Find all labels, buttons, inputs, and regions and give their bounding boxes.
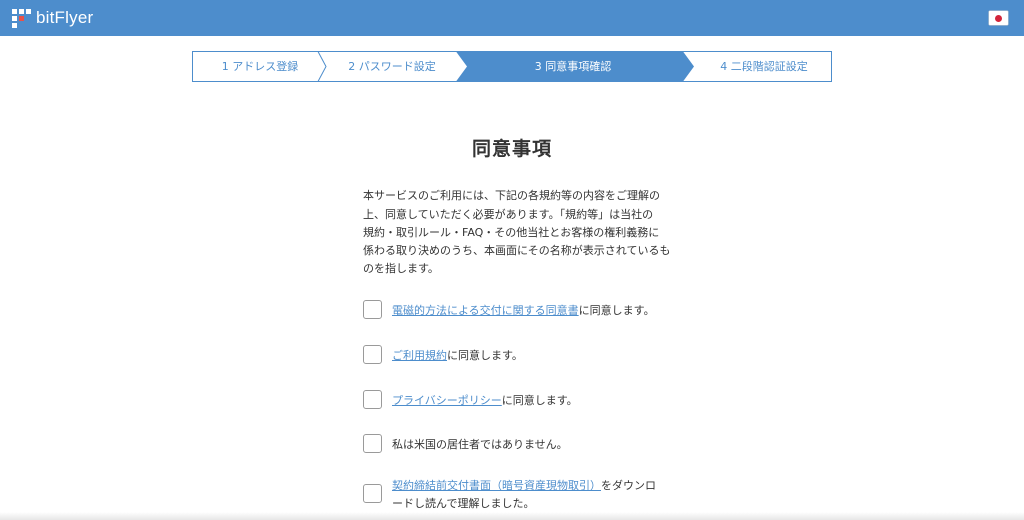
bitflyer-logo-icon <box>12 8 31 28</box>
intro-text-line: 規約・取引ルール・FAQ・その他当社とお客様の権利義務に <box>363 226 660 239</box>
agreement-checkbox[interactable] <box>363 484 382 503</box>
brand-name: bitFlyer <box>36 8 94 27</box>
electronic-delivery-link[interactable]: 電磁的方法による交付に関する同意書 <box>392 304 579 317</box>
privacy-policy-link[interactable]: プライバシーポリシー <box>392 394 502 407</box>
agreement-suffix: に同意します。 <box>447 349 523 362</box>
bottom-fade <box>0 512 1024 520</box>
intro-text-line: のを指します。 <box>363 262 439 275</box>
intro-text-line: 係わる取り決めのうち、本画面にその名称が表示されているも <box>363 244 671 257</box>
step-agreement: 3 同意事項確認 <box>534 60 612 73</box>
agreement-label: ご利用規約に同意します。 <box>392 348 523 363</box>
agreement-suffix: に同意します。 <box>501 394 578 407</box>
intro-text-line: 上、同意していただく必要があります。「規約等」は当社の <box>363 208 654 221</box>
pre-contract-document-link[interactable]: 契約締結前交付書面（暗号資産現物取引） <box>392 479 601 492</box>
agreement-label: 私は米国の居住者ではありません。 <box>392 438 568 451</box>
step-address: 1 アドレス登録 <box>221 60 299 73</box>
agreement-checkbox[interactable] <box>363 300 382 319</box>
agreement-checkbox[interactable] <box>363 390 382 409</box>
agreement-label-line2: ードし読んで理解しました。 <box>392 497 535 510</box>
agreement-label: 電磁的方法による交付に関する同意書に同意します。 <box>392 303 655 318</box>
step-password: 2 パスワード設定 <box>348 60 436 73</box>
terms-of-use-link[interactable]: ご利用規約 <box>392 349 447 362</box>
page-title: 同意事項 <box>471 138 552 160</box>
agreement-label: プライバシーポリシーに同意します。 <box>392 393 578 408</box>
agreement-suffix: に同意します。 <box>578 304 655 317</box>
agreement-label: 契約締結前交付書面（暗号資産現物取引）をダウンロ <box>392 478 656 493</box>
bitflyer-logo[interactable]: bitFlyer <box>12 7 93 29</box>
agreement-checkbox[interactable] <box>363 434 382 453</box>
agreement-suffix: をダウンロ <box>601 479 656 492</box>
registration-steps: 1 アドレス登録 2 パスワード設定 3 同意事項確認 4 二段階認証設定 <box>192 51 832 82</box>
step-two-factor: 4 二段階認証設定 <box>720 60 808 73</box>
agreement-checkbox[interactable] <box>363 345 382 364</box>
intro-text-line: 本サービスのご利用には、下記の各規約等の内容をご理解の <box>363 189 660 202</box>
top-header: bitFlyer <box>0 0 1024 36</box>
japan-flag-icon[interactable] <box>989 11 1008 25</box>
